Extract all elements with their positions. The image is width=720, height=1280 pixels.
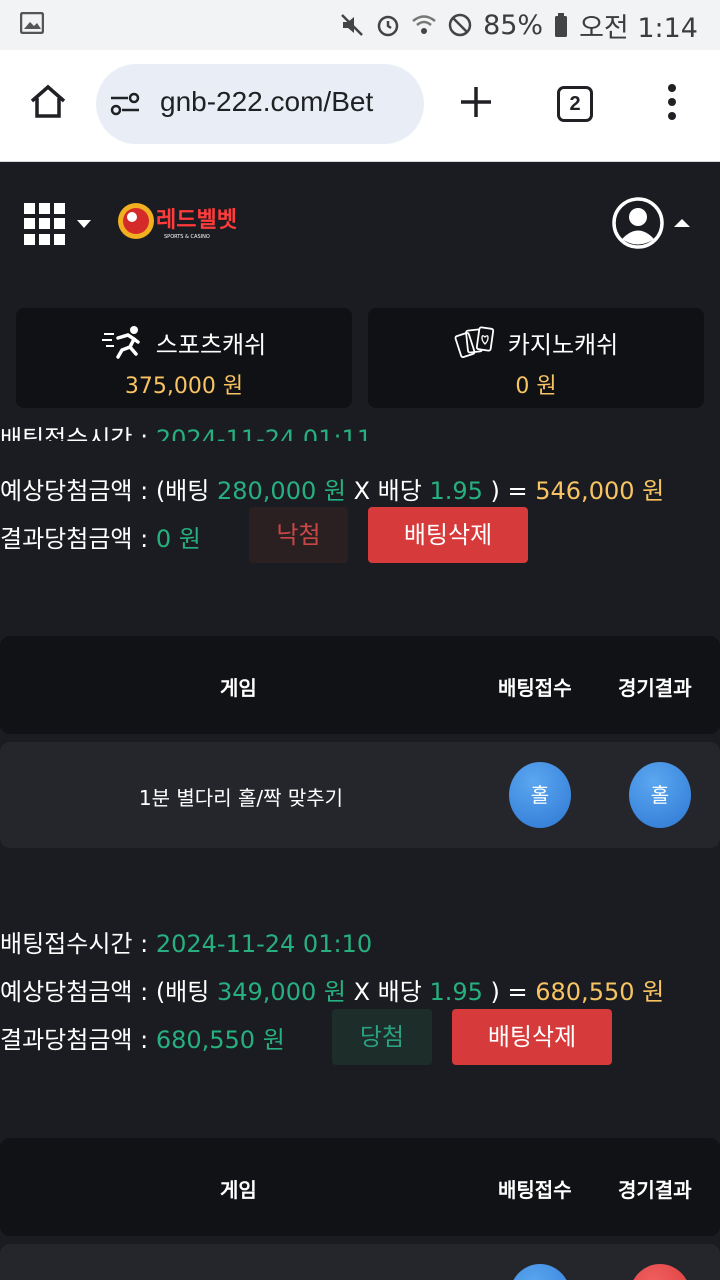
delete-bet-button[interactable]: 배팅삭제 (368, 507, 528, 563)
status-badge: 낙첨 (249, 507, 348, 563)
column-game: 게임 (220, 676, 257, 700)
bet-pick-button[interactable]: 홀 (509, 762, 571, 828)
column-result: 경기결과 (618, 676, 692, 700)
result-amount: 0 원 (155, 525, 201, 553)
do-not-disturb-icon (448, 13, 472, 37)
alarm-icon (377, 15, 399, 37)
odds-value: 1.95 (429, 477, 483, 505)
stake-amount: 349,000 (216, 978, 317, 1006)
expected-amount: 546,000 원 (535, 477, 665, 505)
bet-time: 2024-11-24 01:10 (155, 930, 373, 958)
casino-cash-card[interactable]: 카지노캐쉬 0 원 (368, 308, 704, 408)
caret-up-icon[interactable] (674, 219, 690, 227)
apps-grid-icon[interactable] (24, 203, 66, 245)
bet-entry-2: 배팅접수시간 : 2024-11-24 01:10 예상당첨금액 : (배팅 3… (0, 920, 720, 1280)
game-outcome-badge (629, 1264, 691, 1280)
bet-entry-1: 배팅접수시간 : 2024-11-24 01:11 예상당첨금액 : (배팅 2… (0, 425, 720, 873)
logo-subtext: SPORTS & CASINO (164, 234, 210, 240)
bet-time: 2024-11-24 01:11 (155, 425, 373, 441)
playing-cards-icon (454, 326, 494, 359)
expected-payout-line: 예상당첨금액 : (배팅 280,000 원 X 배당 1.95 ) = 546… (0, 477, 665, 505)
result-payout-line: 결과당첨금액 : 0 원 (0, 525, 201, 553)
battery-icon (555, 13, 568, 37)
more-options-icon[interactable] (664, 84, 680, 124)
home-icon[interactable] (28, 82, 68, 122)
sports-cash-card[interactable]: 스포츠캐쉬 375,000 원 (16, 308, 352, 408)
site-settings-icon[interactable] (110, 92, 140, 116)
new-tab-icon[interactable] (458, 84, 494, 120)
game-table-header: 게임 배팅접수 경기결과 (0, 1138, 720, 1236)
casino-cash-amount: 0 원 (515, 374, 557, 399)
odds-value: 1.95 (429, 978, 483, 1006)
result-payout-line: 결과당첨금액 : 680,550 원 (0, 1026, 285, 1054)
stake-amount: 280,000 (216, 477, 317, 505)
result-amount: 680,550 원 (155, 1026, 285, 1054)
gallery-notification-icon (20, 12, 44, 34)
caret-down-icon[interactable] (77, 220, 91, 228)
wifi-icon (412, 15, 436, 34)
casino-cash-label: 카지노캐쉬 (507, 330, 619, 359)
logo-text: 레드벨벳 (156, 208, 237, 233)
game-table-header: 게임 배팅접수 경기결과 (0, 636, 720, 734)
bet-pick-button[interactable] (509, 1264, 571, 1280)
game-row (0, 1244, 720, 1280)
sports-cash-amount: 375,000 원 (124, 374, 244, 399)
sports-cash-label: 스포츠캐쉬 (155, 330, 267, 359)
column-bet: 배팅접수 (498, 1178, 572, 1202)
user-account-icon[interactable] (611, 196, 665, 250)
bet-time-line: 배팅접수시간 : 2024-11-24 01:11 (0, 419, 372, 441)
cash-summary: 스포츠캐쉬 375,000 원 카지노캐쉬 0 원 (0, 283, 720, 433)
url-text: gnb-222.com/Bet (160, 86, 374, 117)
expected-payout-line: 예상당첨금액 : (배팅 349,000 원 X 배당 1.95 ) = 680… (0, 978, 665, 1006)
site-header: 레드벨벳 SPORTS & CASINO (0, 163, 720, 283)
site-logo[interactable]: 레드벨벳 SPORTS & CASINO (116, 199, 240, 243)
battery-percent: 85% (483, 9, 544, 41)
mute-icon (341, 14, 363, 36)
game-name: 1분 별다리 홀/짝 맞추기 (138, 786, 344, 810)
status-badge: 당첨 (332, 1009, 432, 1065)
tab-switcher-button[interactable]: 2 (557, 86, 593, 122)
address-bar[interactable]: gnb-222.com/Bet (96, 64, 424, 144)
column-game: 게임 (220, 1178, 257, 1202)
column-bet: 배팅접수 (498, 676, 572, 700)
bet-time-line: 배팅접수시간 : 2024-11-24 01:10 (0, 930, 373, 958)
column-result: 경기결과 (618, 1178, 692, 1202)
running-man-icon (101, 326, 140, 359)
status-bar: 85% 오전 1:14 (0, 0, 720, 50)
delete-bet-button[interactable]: 배팅삭제 (452, 1009, 612, 1065)
game-row: 1분 별다리 홀/짝 맞추기 홀 홀 (0, 742, 720, 848)
clock: 오전 1:14 (579, 12, 698, 44)
browser-toolbar: gnb-222.com/Bet 2 (0, 50, 720, 162)
expected-amount: 680,550 원 (535, 978, 665, 1006)
game-outcome-badge: 홀 (629, 762, 691, 828)
